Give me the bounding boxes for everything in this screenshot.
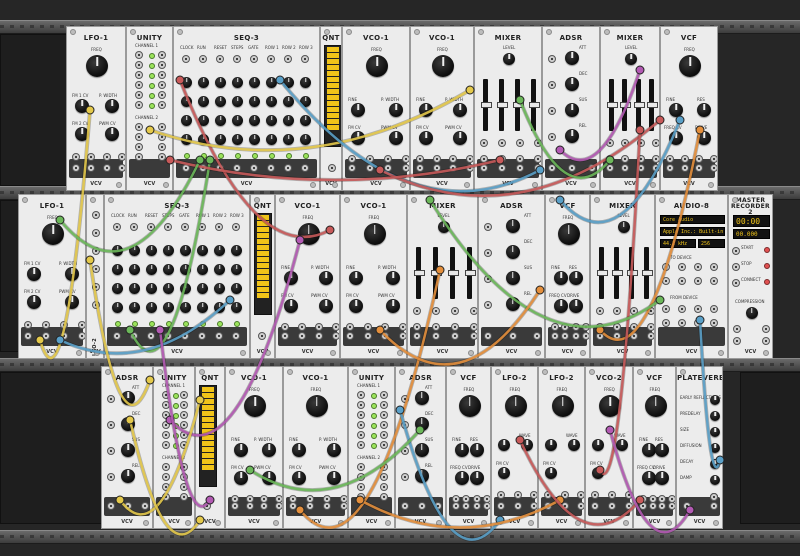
cable-plug[interactable] (205, 155, 215, 165)
cable-plug[interactable] (605, 155, 615, 165)
cable-shadow (59, 298, 232, 356)
patch-cable[interactable] (558, 118, 682, 224)
cable-plug[interactable] (125, 415, 135, 425)
cable-plug[interactable] (425, 195, 435, 205)
cable-plug[interactable] (535, 285, 545, 295)
cable-plug[interactable] (655, 295, 665, 305)
cable-plug[interactable] (115, 495, 125, 505)
patch-cable[interactable] (598, 128, 642, 476)
cable-plug[interactable] (685, 505, 695, 515)
cable-shadow (428, 198, 662, 329)
cable-plug[interactable] (355, 495, 365, 505)
patch-cable[interactable] (128, 158, 212, 353)
cable-plug[interactable] (675, 115, 685, 125)
patch-cable[interactable] (88, 258, 152, 407)
cable-plug[interactable] (225, 295, 235, 305)
cable-plug[interactable] (465, 85, 475, 95)
cable-plug[interactable] (205, 495, 215, 505)
cable-plug[interactable] (605, 425, 615, 435)
cable-plug[interactable] (295, 235, 305, 245)
cable-plug[interactable] (715, 455, 725, 465)
patch-cable[interactable] (38, 108, 92, 360)
cable-shadow (128, 159, 212, 353)
patch-cables (35, 65, 725, 542)
cable-plug[interactable] (245, 465, 255, 475)
cable-plug[interactable] (145, 125, 155, 135)
cable-shadow (598, 129, 642, 476)
cable-plug[interactable] (195, 515, 205, 525)
cable-shadow (558, 119, 682, 225)
cable-plug[interactable] (375, 325, 385, 335)
cable-plug[interactable] (85, 255, 95, 265)
cable-plug[interactable] (495, 155, 505, 165)
cable-plug[interactable] (595, 465, 605, 475)
cable-plug[interactable] (85, 105, 95, 115)
patch-cable[interactable] (428, 198, 662, 329)
cable-plug[interactable] (535, 165, 545, 175)
cable-plug[interactable] (655, 115, 665, 125)
cable-plug[interactable] (375, 165, 385, 175)
cable-shadow (88, 259, 152, 407)
cable-plug[interactable] (55, 335, 65, 345)
cable-plug[interactable] (175, 75, 185, 85)
cable-plug[interactable] (635, 125, 645, 135)
cable-plug[interactable] (695, 125, 705, 135)
patch-cable[interactable] (358, 498, 562, 529)
cable-plug[interactable] (275, 75, 285, 85)
cable-plug[interactable] (325, 225, 335, 235)
patch-cable[interactable] (58, 298, 232, 355)
cable-plug[interactable] (195, 155, 205, 165)
cable-plug[interactable] (555, 145, 565, 155)
cable-plug[interactable] (155, 325, 165, 335)
cable-plug[interactable] (515, 435, 525, 445)
cable-plug[interactable] (195, 395, 205, 405)
cable-plug[interactable] (125, 325, 135, 335)
cable-plug[interactable] (395, 405, 405, 415)
cable-plug[interactable] (435, 265, 445, 275)
cable-plug[interactable] (555, 195, 565, 205)
cable-plug[interactable] (145, 375, 155, 385)
cable-plug[interactable] (515, 95, 525, 105)
cable-plug[interactable] (165, 155, 175, 165)
cable-plug[interactable] (295, 505, 305, 515)
cable-plug[interactable] (695, 315, 705, 325)
cable-plug[interactable] (635, 65, 645, 75)
cable-plug[interactable] (55, 215, 65, 225)
cable-plug[interactable] (35, 335, 45, 345)
cable-plug[interactable] (415, 425, 425, 435)
